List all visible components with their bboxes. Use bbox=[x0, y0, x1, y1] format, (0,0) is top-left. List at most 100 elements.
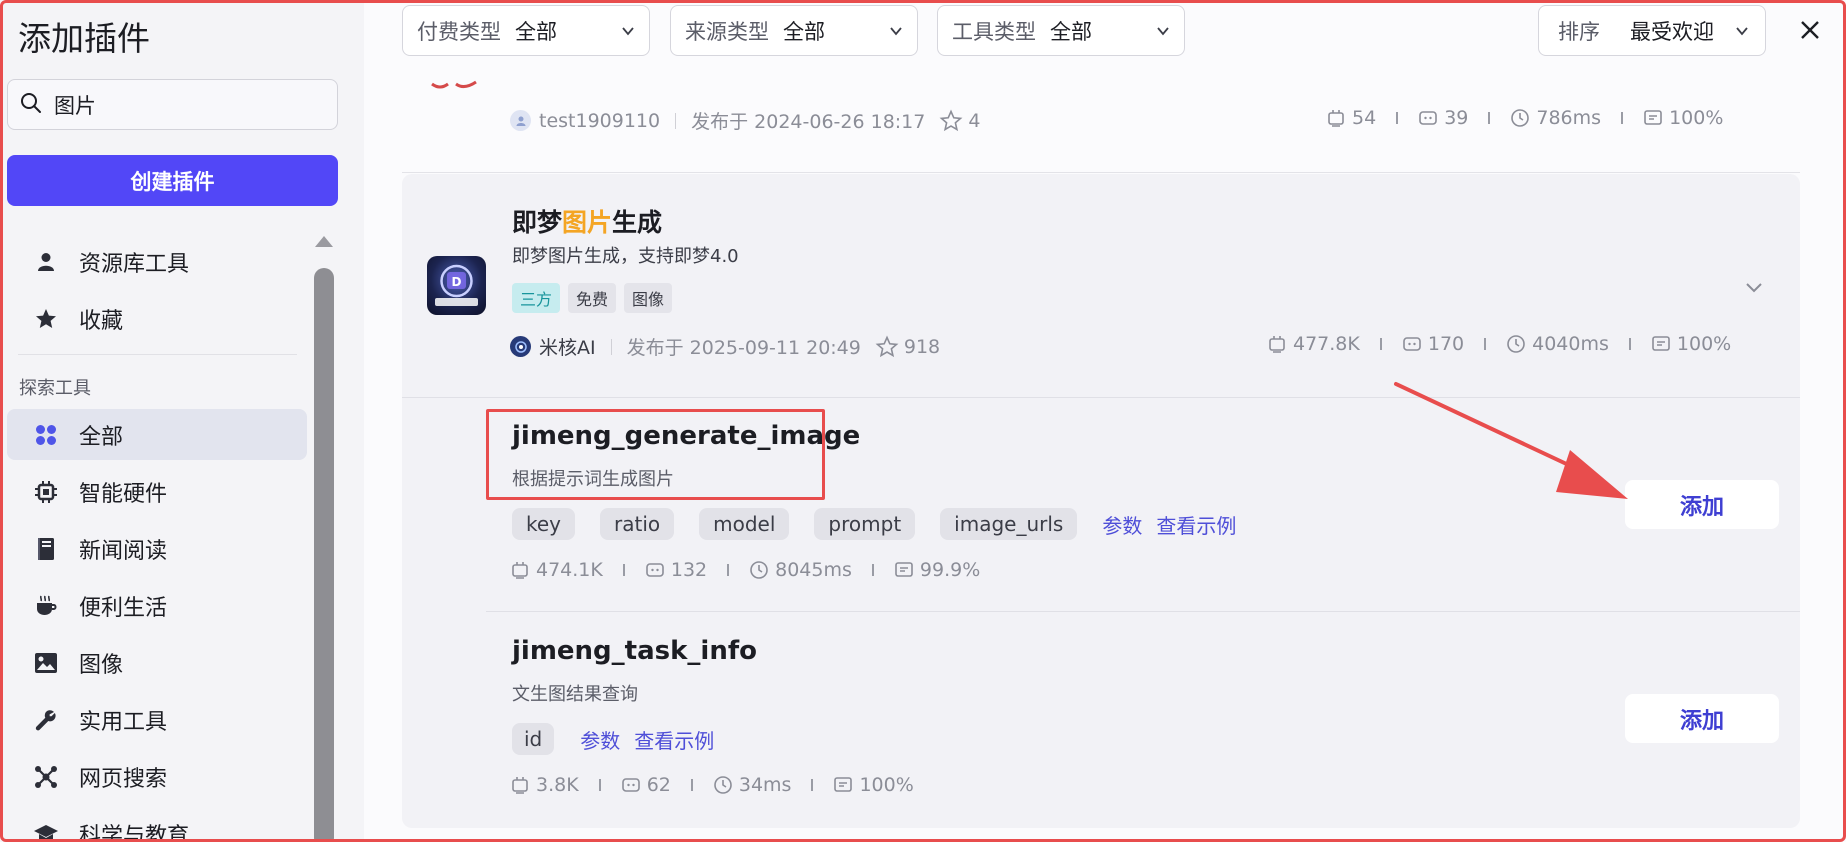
payment-type-filter[interactable]: 付费类型 全部 bbox=[402, 5, 650, 56]
usage-value: 477.8K bbox=[1293, 333, 1360, 355]
chevron-down-icon bbox=[1736, 26, 1748, 35]
latency-stat: 34ms bbox=[713, 774, 791, 796]
latency-value: 4040ms bbox=[1532, 333, 1609, 355]
success-value: 99.9% bbox=[919, 559, 981, 581]
author-avatar bbox=[510, 110, 531, 131]
create-plugin-button[interactable]: 创建插件 bbox=[7, 155, 338, 206]
card-divider bbox=[486, 611, 1800, 612]
view-example-link[interactable]: 查看示例 bbox=[634, 725, 714, 754]
sidebar-item-label: 收藏 bbox=[79, 308, 124, 334]
message-icon bbox=[1644, 110, 1662, 125]
collapse-chevron-icon[interactable] bbox=[1743, 276, 1765, 298]
sidebar-item-label: 全部 bbox=[79, 424, 124, 450]
stat-divider bbox=[622, 564, 625, 576]
search-box[interactable] bbox=[7, 79, 338, 130]
scroll-thumb[interactable] bbox=[314, 268, 334, 842]
svg-text:D: D bbox=[452, 275, 462, 289]
usage-value: 3.8K bbox=[536, 774, 579, 796]
view-example-link[interactable]: 查看示例 bbox=[1156, 510, 1236, 539]
sidebar-scrollbar[interactable] bbox=[312, 236, 336, 842]
stat-divider bbox=[690, 779, 693, 791]
success-stat: 99.9% bbox=[894, 559, 980, 581]
param-chip: prompt bbox=[814, 508, 916, 540]
message-icon bbox=[1652, 336, 1670, 351]
bots-stat: 170 bbox=[1402, 333, 1464, 355]
list-divider bbox=[402, 172, 1800, 173]
sidebar-item-web-search[interactable]: 网页搜索 bbox=[7, 751, 307, 802]
sidebar-item-utilities[interactable]: 实用工具 bbox=[7, 694, 307, 745]
cup-icon bbox=[33, 593, 59, 619]
filter-label: 来源类型 bbox=[685, 19, 769, 44]
user-icon bbox=[33, 249, 59, 275]
param-chip: model bbox=[699, 508, 790, 540]
tool-stats: 3.8K 62 34ms 100% bbox=[510, 774, 914, 796]
author-avatar bbox=[510, 336, 531, 357]
favorite-count[interactable]: 918 bbox=[875, 335, 940, 359]
latency-value: 786ms bbox=[1536, 107, 1602, 129]
sidebar-item-smart-hardware[interactable]: 智能硬件 bbox=[7, 466, 307, 517]
star-icon bbox=[33, 306, 59, 332]
bot-icon bbox=[621, 778, 640, 792]
sidebar-item-label: 便利生活 bbox=[79, 595, 168, 621]
stat-divider bbox=[811, 779, 814, 791]
star-outline-icon bbox=[875, 335, 899, 357]
clock-icon bbox=[750, 561, 768, 579]
stat-divider bbox=[1396, 112, 1399, 124]
tool-type-filter[interactable]: 工具类型 全部 bbox=[937, 5, 1185, 56]
usage-icon bbox=[1328, 110, 1344, 127]
sidebar-item-image[interactable]: 图像 bbox=[7, 637, 307, 688]
nav-list: 资源库工具 收藏 探索工具 全部 智能硬件 新闻阅读 便利生活 图像 实用工具 … bbox=[0, 236, 310, 842]
sidebar-item-label: 实用工具 bbox=[79, 709, 168, 735]
bots-value: 132 bbox=[670, 559, 708, 581]
wrench-icon bbox=[33, 707, 59, 733]
sidebar-item-science-education[interactable]: 科学与教育 bbox=[7, 808, 307, 842]
partial-plugin-icon bbox=[431, 80, 477, 89]
params-link[interactable]: 参数 bbox=[1102, 510, 1142, 539]
sidebar-item-library-tools[interactable]: 资源库工具 bbox=[7, 236, 307, 287]
prev-plugin-meta: test1909110 发布于 2024-06-26 18:17 4 bbox=[510, 107, 980, 134]
favorite-count-value: 4 bbox=[968, 109, 981, 132]
tool-name: jimeng_generate_image bbox=[512, 421, 861, 451]
add-tool-button[interactable]: 添加 bbox=[1625, 480, 1779, 529]
param-chip: image_urls bbox=[940, 508, 1078, 540]
favorite-count[interactable]: 4 bbox=[939, 109, 980, 133]
sidebar-item-all[interactable]: 全部 bbox=[7, 409, 307, 460]
network-icon bbox=[33, 764, 59, 790]
close-icon[interactable] bbox=[1796, 16, 1824, 44]
stat-divider bbox=[727, 564, 730, 576]
author-name[interactable]: 米核AI bbox=[539, 333, 596, 360]
stat-divider bbox=[1628, 338, 1631, 350]
plugin-meta: 米核AI 发布于 2025-09-11 20:49 918 bbox=[510, 333, 940, 360]
plugin-title[interactable]: 即梦图片生成 bbox=[512, 203, 662, 239]
publish-time: 发布于 2024-06-26 18:17 bbox=[691, 111, 926, 133]
filter-value: 全部 bbox=[515, 19, 557, 44]
filter-value: 全部 bbox=[783, 19, 825, 44]
annotation-arrow-icon bbox=[1394, 382, 1628, 499]
sort-select[interactable]: 排序 最受欢迎 bbox=[1538, 5, 1766, 56]
sidebar-item-news[interactable]: 新闻阅读 bbox=[7, 523, 307, 574]
bots-value: 39 bbox=[1444, 107, 1469, 129]
tool-description: 根据提示词生成图片 bbox=[512, 469, 674, 490]
scroll-up-arrow-icon[interactable] bbox=[315, 236, 333, 247]
sidebar-item-favorites[interactable]: 收藏 bbox=[7, 293, 307, 344]
latency-stat: 8045ms bbox=[749, 559, 852, 581]
sidebar: 添加插件 创建插件 资源库工具 收藏 探索工具 全部 bbox=[0, 0, 364, 842]
nav-section-label: 探索工具 bbox=[19, 378, 91, 399]
filter-label: 工具类型 bbox=[952, 19, 1036, 44]
sidebar-item-label: 智能硬件 bbox=[79, 481, 168, 507]
source-type-filter[interactable]: 来源类型 全部 bbox=[670, 5, 918, 56]
usage-stat: 54 bbox=[1326, 107, 1376, 129]
sidebar-item-label: 网页搜索 bbox=[79, 766, 168, 792]
success-value: 100% bbox=[859, 774, 914, 796]
author-name[interactable]: test1909110 bbox=[539, 110, 660, 132]
stat-divider bbox=[871, 564, 874, 576]
add-tool-button[interactable]: 添加 bbox=[1625, 694, 1779, 743]
sidebar-item-lifestyle[interactable]: 便利生活 bbox=[7, 580, 307, 631]
params-link[interactable]: 参数 bbox=[580, 725, 620, 754]
latency-stat: 4040ms bbox=[1506, 333, 1609, 355]
message-icon bbox=[834, 777, 853, 792]
book-icon bbox=[33, 536, 59, 562]
search-input[interactable] bbox=[54, 92, 314, 117]
clock-icon bbox=[714, 776, 732, 794]
bot-icon bbox=[1419, 111, 1437, 125]
